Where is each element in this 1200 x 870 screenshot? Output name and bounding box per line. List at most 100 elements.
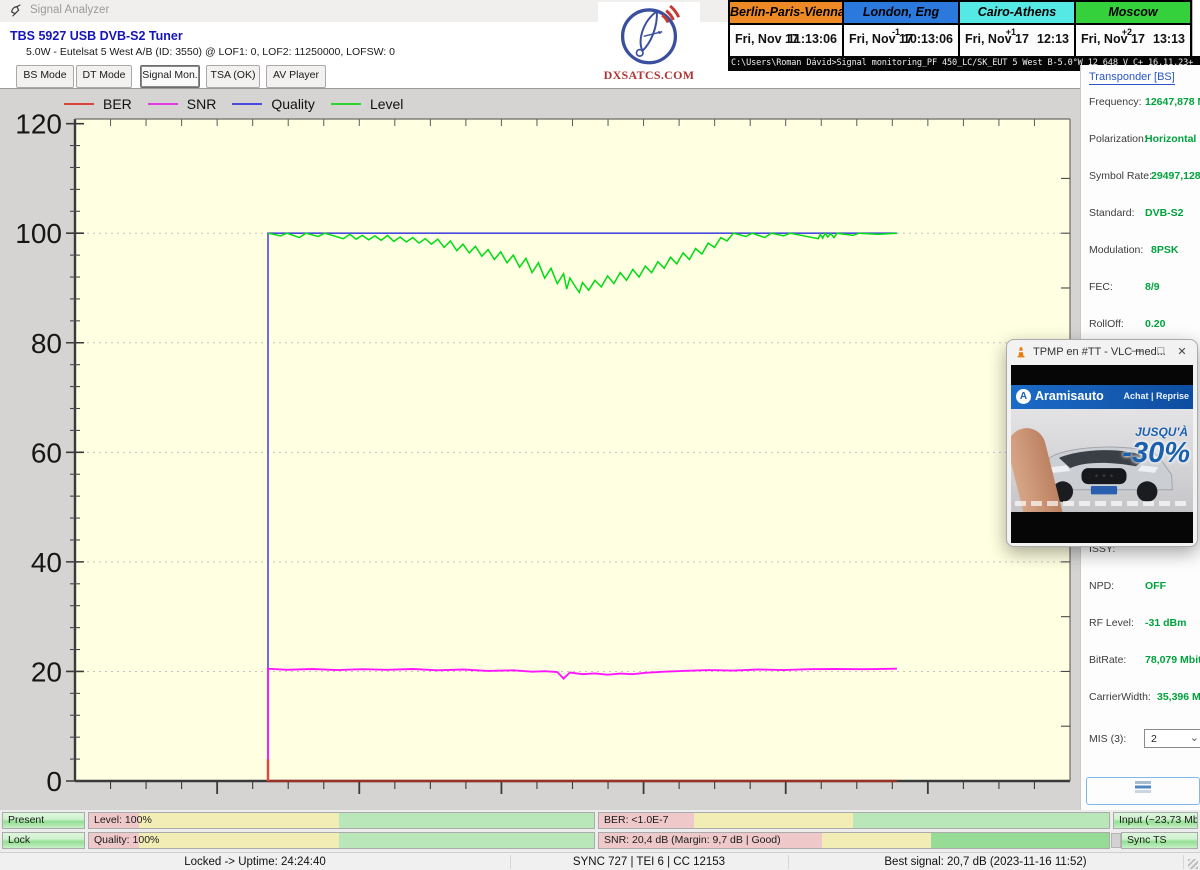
sync-chip — [1111, 833, 1121, 848]
svg-text:120: 120 — [15, 109, 62, 140]
transponder-action-button[interactable] — [1086, 777, 1200, 805]
stacked-rows-icon — [1134, 780, 1152, 794]
window-title: Signal Analyzer — [30, 4, 109, 16]
promo-text-big: -30% — [1122, 437, 1190, 470]
legend-snr: SNR — [148, 96, 217, 112]
minimize-icon[interactable]: — — [1129, 345, 1145, 357]
vlc-video-area[interactable]: A Aramisauto Achat | Reprise JUSQU'À -30… — [1011, 365, 1193, 543]
clock-moscow-header: Moscow — [1076, 0, 1190, 25]
statusbar: Locked -> Uptime: 24:24:40 SYNC 727 | TE… — [0, 852, 1200, 870]
clock-cairo-time: Fri, Nov 17 +1 12:13 — [960, 25, 1074, 56]
mis-selected-value: 2 — [1151, 733, 1157, 745]
field-frequency: Frequency: 12647,878 MHz — [1089, 96, 1197, 110]
clock-london-header: London, Eng — [844, 0, 958, 25]
clock-utc-offset: -1 — [892, 27, 900, 37]
vlc-titlebar[interactable]: TPMP en #TT - VLC med... — □ ✕ — [1007, 340, 1197, 365]
clock-date: Fri, Nov 17 — [965, 32, 1029, 46]
status-sync-counters: SYNC 727 | TEI 6 | CC 12153 — [510, 853, 788, 870]
letterbox-bar — [1011, 512, 1193, 543]
svg-text:40: 40 — [31, 547, 62, 578]
clock-hms: 13:13 — [1153, 32, 1185, 46]
svg-text:0: 0 — [46, 766, 62, 797]
tab-bs-mode[interactable]: BS Mode — [16, 65, 74, 88]
tuner-name: TBS 5927 USB DVB-S2 Tuner — [10, 29, 183, 43]
legend-ber: BER — [64, 96, 132, 112]
close-icon[interactable]: ✕ — [1174, 345, 1190, 358]
tab-signal-mon[interactable]: Signal Mon. — [140, 65, 200, 88]
field-rolloff: RollOff: 0.20 — [1089, 318, 1197, 332]
ad-disclaimer-text — [1015, 501, 1189, 506]
tab-av-player[interactable]: AV Player — [266, 65, 326, 88]
ad-banner: A Aramisauto Achat | Reprise — [1011, 385, 1193, 409]
input-indicator: Input (~23,73 Mbps) — [1113, 812, 1198, 829]
snr-line-swatch — [148, 103, 178, 105]
chevron-down-icon: ⌄ — [1190, 729, 1199, 747]
field-modulation: Modulation: 8PSK — [1089, 244, 1197, 258]
lock-indicator: Lock — [2, 832, 85, 849]
svg-text:100: 100 — [15, 218, 62, 249]
clock-hms: 12:13 — [1037, 32, 1069, 46]
field-symbol-rate: Symbol Rate: 29497,128 KS/s — [1089, 170, 1197, 184]
ad-links: Achat | Reprise — [1123, 391, 1189, 401]
mis-dropdown[interactable]: 2 ⌄ — [1144, 729, 1200, 748]
clock-cairo: Cairo-Athens Fri, Nov 17 +1 12:13 — [960, 0, 1076, 56]
maximize-icon[interactable]: □ — [1153, 345, 1169, 357]
signal-chart: 0 20 40 60 80 100 120 — [0, 89, 1080, 811]
clock-utc-offset: +2 — [1122, 27, 1132, 37]
snr-bar: SNR: 20,4 dB (Margin: 9,7 dB | Good) — [598, 832, 1110, 849]
sync-ts-indicator: Sync TS — [1121, 832, 1198, 849]
edge-strip — [1192, 0, 1200, 56]
svg-text:80: 80 — [31, 328, 62, 359]
field-carrier-width: CarrierWidth: 35,396 MHz — [1089, 691, 1197, 705]
legend-label: Level — [370, 96, 403, 112]
clock-berlin-time: Fri, Nov 17 11:13:06 — [730, 25, 842, 56]
field-rf-level: RF Level: -31 dBm — [1089, 617, 1197, 631]
vlc-window-title: TPMP en #TT - VLC med... — [1033, 346, 1166, 358]
quality-line-swatch — [232, 103, 262, 105]
status-lock-uptime: Locked -> Uptime: 24:24:40 — [0, 853, 510, 870]
field-standard: Standard: DVB-S2 — [1089, 207, 1197, 221]
satellite-dish-icon — [9, 4, 23, 18]
tab-tsa[interactable]: TSA (OK) — [206, 65, 260, 88]
vlc-cone-icon — [1014, 345, 1028, 359]
clock-date: Fri, Nov 17 — [1081, 32, 1145, 46]
tuner-details: 5.0W - Eutelsat 5 West A/B (ID: 3550) @ … — [26, 46, 395, 58]
resize-grip[interactable] — [1188, 859, 1198, 869]
field-bitrate: BitRate: 78,079 Mbit/s — [1089, 654, 1197, 668]
clock-cairo-header: Cairo-Athens — [960, 0, 1074, 25]
legend-quality: Quality — [232, 96, 315, 112]
clock-berlin-header: Berlin-Paris-Vienna-Roma — [730, 0, 842, 25]
clock-hms: 11:13:06 — [788, 32, 837, 46]
signal-analyzer-window: Signal Analyzer TBS 5927 USB DVB-S2 Tune… — [0, 0, 1200, 870]
legend-level: Level — [331, 96, 403, 112]
svg-text:20: 20 — [31, 656, 62, 687]
dxsatcs-logo-text: DXSATCS.COM — [598, 68, 700, 83]
dxsatcs-logo-icon — [616, 2, 682, 68]
clock-utc-offset: +1 — [1006, 27, 1016, 37]
svg-text:60: 60 — [31, 437, 62, 468]
aramisauto-logo: A — [1016, 389, 1031, 404]
field-fec: FEC: 8/9 — [1089, 281, 1197, 295]
ad-scene: JUSQU'À -30% — [1011, 409, 1193, 512]
level-bar: Level: 100% — [88, 812, 595, 829]
quality-bar: Quality: 100% — [88, 832, 595, 849]
vlc-window[interactable]: TPMP en #TT - VLC med... — □ ✕ A Aramisa… — [1006, 339, 1198, 547]
tab-dt-mode[interactable]: DT Mode — [76, 65, 132, 88]
ad-brand-name: Aramisauto — [1035, 389, 1104, 403]
legend-label: SNR — [187, 96, 217, 112]
ber-bar: BER: <1.0E-7 — [598, 812, 1110, 829]
clock-hms: 10:13:06 — [903, 32, 953, 46]
indicator-bars: Present Level: 100% BER: <1.0E-7 Input (… — [0, 810, 1200, 852]
world-clocks-panel: Berlin-Paris-Vienna-Roma Fri, Nov 17 11:… — [728, 0, 1192, 56]
field-npd: NPD: OFF — [1089, 580, 1197, 594]
transponder-title: Transponder [BS] — [1089, 71, 1175, 85]
clock-berlin: Berlin-Paris-Vienna-Roma Fri, Nov 17 11:… — [728, 0, 844, 56]
status-best-signal: Best signal: 20,7 dB (2023-11-16 11:52) — [788, 853, 1183, 870]
chart-legend: BER SNR Quality Level — [64, 96, 419, 112]
dxsatcs-logo: DXSATCS.COM — [598, 2, 700, 84]
field-polarization: Polarization: Horizontal — [1089, 133, 1197, 147]
level-line-swatch — [331, 103, 361, 105]
present-indicator: Present — [2, 812, 85, 829]
ber-line-swatch — [64, 103, 94, 105]
legend-label: Quality — [271, 96, 315, 112]
